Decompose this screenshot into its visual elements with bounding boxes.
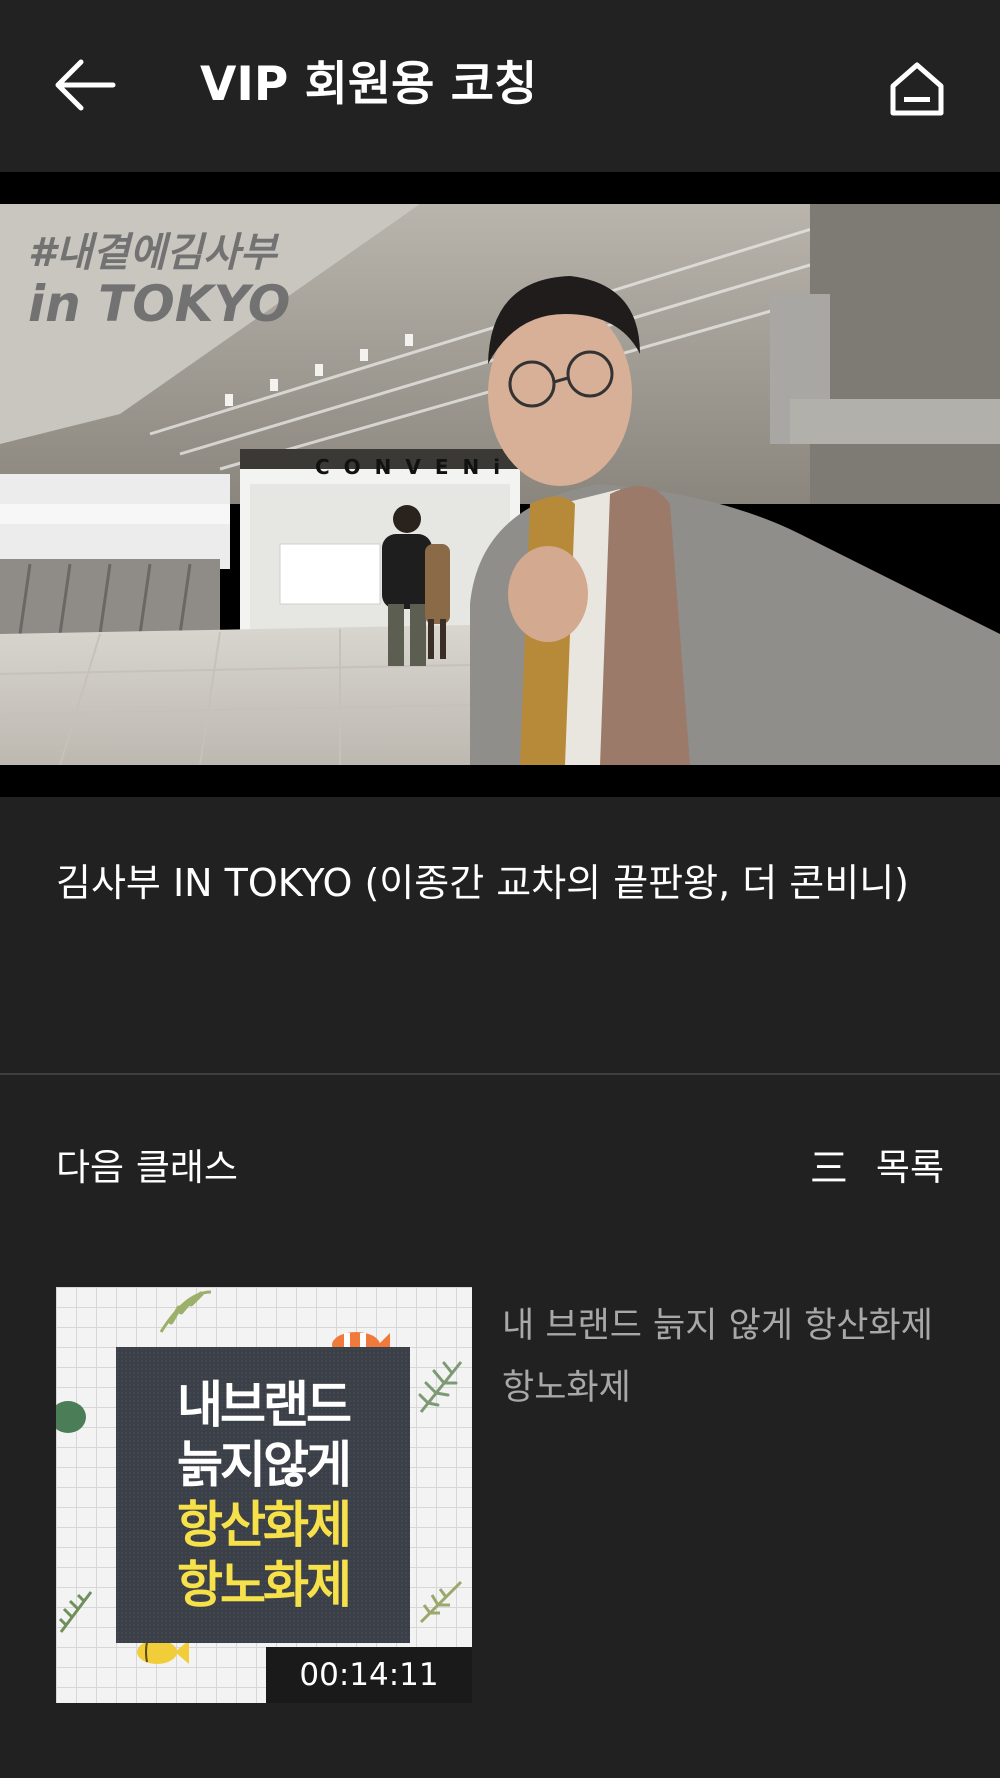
video-player: CONVENi #내곁에김사부 in TOKYO <box>0 172 1000 797</box>
palm-leaf-icon <box>418 1361 463 1413</box>
thumbnail-line2: 늙지않게 <box>177 1436 352 1494</box>
video-overlay-caption: #내곁에김사부 in TOKYO <box>28 232 290 331</box>
top-app-bar: VIP 회원용 코칭 <box>0 0 1000 172</box>
video-title: 김사부 IN TOKYO (이종간 교차의 끝판왕, 더 콘비니) <box>56 861 910 905</box>
thumbnail-line4: 항노화제 <box>177 1556 352 1614</box>
next-class-card[interactable]: 내브랜드 늙지않게 항산화제 항노화제 00:14:11 내 브랜드 늙지 않게… <box>56 1287 946 1707</box>
list-icon: 三 <box>809 1146 848 1190</box>
leaf-icon <box>159 1290 212 1333</box>
next-class-thumbnail: 내브랜드 늙지않게 항산화제 항노화제 00:14:11 <box>56 1287 472 1703</box>
next-class-label: 다음 클래스 <box>56 1146 238 1189</box>
home-button[interactable] <box>872 44 962 134</box>
thumbnail-text: 내브랜드 늙지않게 항산화제 항노화제 <box>116 1375 410 1615</box>
page-title: VIP 회원용 코칭 <box>200 57 538 112</box>
duration-badge: 00:14:11 <box>266 1647 472 1703</box>
next-class-title: 내 브랜드 늙지 않게 항산화제 항노화제 <box>502 1306 933 1408</box>
monstera-leaf-icon <box>56 1401 86 1433</box>
list-label: 목록 <box>875 1146 944 1189</box>
list-button[interactable]: 三 목록 <box>810 1138 944 1198</box>
arrow-left-icon <box>55 59 116 111</box>
divider <box>0 1073 1000 1075</box>
store-sign: CONVENi <box>315 455 514 479</box>
thumbnail-board: 내브랜드 늙지않게 항산화제 항노화제 <box>116 1347 410 1643</box>
video-overlay-line1: #내곁에김사부 <box>28 230 277 276</box>
thumbnail-line3: 항산화제 <box>177 1496 352 1554</box>
video-overlay-line2: in TOKYO <box>28 275 291 333</box>
app-screen: VIP 회원용 코칭 CONVENi #내곁에김사부 in TOKYO 김사부 … <box>0 0 1000 1778</box>
fern-leaf-icon <box>58 1591 93 1633</box>
video-frame[interactable]: CONVENi #내곁에김사부 in TOKYO <box>0 204 1000 765</box>
home-icon <box>890 62 944 116</box>
back-button[interactable] <box>40 40 130 130</box>
thumbnail-line1: 내브랜드 <box>177 1376 352 1434</box>
palm-leaf-icon-2 <box>419 1580 463 1624</box>
